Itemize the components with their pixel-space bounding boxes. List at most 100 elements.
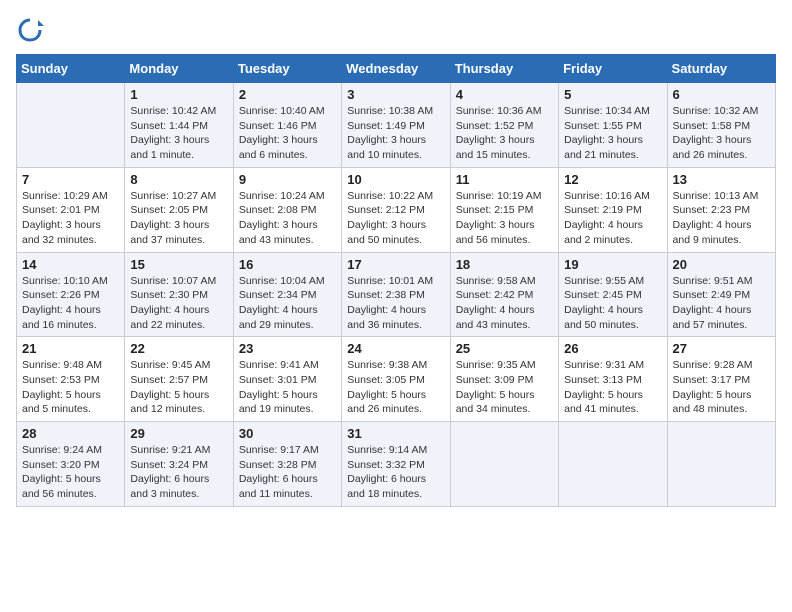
- day-number: 21: [22, 341, 119, 356]
- calendar-cell: [17, 83, 125, 168]
- day-number: 3: [347, 87, 444, 102]
- day-number: 6: [673, 87, 770, 102]
- calendar-week-1: 1 Sunrise: 10:42 AM Sunset: 1:44 PM Dayli…: [17, 83, 776, 168]
- calendar-cell: 11 Sunrise: 10:19 AM Sunset: 2:15 PM Dayl…: [450, 167, 558, 252]
- day-number: 9: [239, 172, 336, 187]
- calendar-cell: 23Sunrise: 9:41 AM Sunset: 3:01 PM Dayli…: [233, 337, 341, 422]
- calendar-cell: 7 Sunrise: 10:29 AM Sunset: 2:01 PM Dayli…: [17, 167, 125, 252]
- day-info: Sunrise: 9:58 AM Sunset: 2:42 PM Dayligh…: [456, 274, 553, 333]
- day-number: 26: [564, 341, 661, 356]
- day-number: 2: [239, 87, 336, 102]
- day-number: 8: [130, 172, 227, 187]
- day-number: 14: [22, 257, 119, 272]
- day-number: 10: [347, 172, 444, 187]
- day-info: Sunrise: 9:51 AM Sunset: 2:49 PM Dayligh…: [673, 274, 770, 333]
- calendar-cell: 1 Sunrise: 10:42 AM Sunset: 1:44 PM Dayli…: [125, 83, 233, 168]
- day-info: Sunrise: 10:29 AM Sunset: 2:01 PM Daylig…: [22, 189, 119, 248]
- col-header-monday: Monday: [125, 55, 233, 83]
- day-number: 31: [347, 426, 444, 441]
- calendar-cell: 12 Sunrise: 10:16 AM Sunset: 2:19 PM Dayl…: [559, 167, 667, 252]
- day-number: 16: [239, 257, 336, 272]
- day-number: 13: [673, 172, 770, 187]
- day-info: Sunrise: 10:34 AM Sunset: 1:55 PM Daylig…: [564, 104, 661, 163]
- calendar-cell: 18 Sunrise: 9:58 AM Sunset: 2:42 PM Dayli…: [450, 252, 558, 337]
- page-header: [16, 16, 776, 44]
- calendar-cell: 9 Sunrise: 10:24 AM Sunset: 2:08 PM Dayli…: [233, 167, 341, 252]
- col-header-thursday: Thursday: [450, 55, 558, 83]
- calendar-cell: [450, 422, 558, 507]
- logo: [16, 16, 48, 44]
- day-info: Sunrise: 10:10 AM Sunset: 2:26 PM Daylig…: [22, 274, 119, 333]
- calendar-week-5: 28 Sunrise: 9:24 AM Sunset: 3:20 PM Dayli…: [17, 422, 776, 507]
- col-header-friday: Friday: [559, 55, 667, 83]
- calendar-cell: 19 Sunrise: 9:55 AM Sunset: 2:45 PM Dayli…: [559, 252, 667, 337]
- day-info: Sunrise: 10:04 AM Sunset: 2:34 PM Daylig…: [239, 274, 336, 333]
- day-info: Sunrise: 10:38 AM Sunset: 1:49 PM Daylig…: [347, 104, 444, 163]
- calendar-cell: 3 Sunrise: 10:38 AM Sunset: 1:49 PM Dayli…: [342, 83, 450, 168]
- day-info: Sunrise: 10:07 AM Sunset: 2:30 PM Daylig…: [130, 274, 227, 333]
- calendar-cell: 15Sunrise: 10:07 AM Sunset: 2:30 PM Dayl…: [125, 252, 233, 337]
- calendar-cell: 21 Sunrise: 9:48 AM Sunset: 2:53 PM Dayli…: [17, 337, 125, 422]
- calendar-table: SundayMondayTuesdayWednesdayThursdayFrid…: [16, 54, 776, 507]
- day-info: Sunrise: 10:19 AM Sunset: 2:15 PM Daylig…: [456, 189, 553, 248]
- day-info: Sunrise: 10:42 AM Sunset: 1:44 PM Daylig…: [130, 104, 227, 163]
- calendar-cell: 31Sunrise: 9:14 AM Sunset: 3:32 PM Dayli…: [342, 422, 450, 507]
- calendar-cell: 8 Sunrise: 10:27 AM Sunset: 2:05 PM Dayli…: [125, 167, 233, 252]
- day-number: 17: [347, 257, 444, 272]
- calendar-cell: [559, 422, 667, 507]
- calendar-cell: 26 Sunrise: 9:31 AM Sunset: 3:13 PM Dayli…: [559, 337, 667, 422]
- day-info: Sunrise: 9:45 AM Sunset: 2:57 PM Dayligh…: [130, 358, 227, 417]
- day-number: 11: [456, 172, 553, 187]
- calendar-cell: 14 Sunrise: 10:10 AM Sunset: 2:26 PM Dayl…: [17, 252, 125, 337]
- calendar-cell: 25 Sunrise: 9:35 AM Sunset: 3:09 PM Dayli…: [450, 337, 558, 422]
- day-number: 23: [239, 341, 336, 356]
- day-number: 30: [239, 426, 336, 441]
- calendar-cell: 24Sunrise: 9:38 AM Sunset: 3:05 PM Dayli…: [342, 337, 450, 422]
- calendar-cell: 17 Sunrise: 10:01 AM Sunset: 2:38 PM Dayl…: [342, 252, 450, 337]
- col-header-saturday: Saturday: [667, 55, 775, 83]
- calendar-cell: [667, 422, 775, 507]
- day-info: Sunrise: 10:36 AM Sunset: 1:52 PM Daylig…: [456, 104, 553, 163]
- day-number: 7: [22, 172, 119, 187]
- calendar-cell: 29Sunrise: 9:21 AM Sunset: 3:24 PM Dayli…: [125, 422, 233, 507]
- calendar-cell: 13 Sunrise: 10:13 AM Sunset: 2:23 PM Dayl…: [667, 167, 775, 252]
- calendar-week-2: 7 Sunrise: 10:29 AM Sunset: 2:01 PM Dayli…: [17, 167, 776, 252]
- day-number: 4: [456, 87, 553, 102]
- day-info: Sunrise: 9:48 AM Sunset: 2:53 PM Dayligh…: [22, 358, 119, 417]
- day-info: Sunrise: 10:13 AM Sunset: 2:23 PM Daylig…: [673, 189, 770, 248]
- day-info: Sunrise: 9:31 AM Sunset: 3:13 PM Dayligh…: [564, 358, 661, 417]
- col-header-wednesday: Wednesday: [342, 55, 450, 83]
- day-number: 22: [130, 341, 227, 356]
- calendar-cell: 16 Sunrise: 10:04 AM Sunset: 2:34 PM Dayl…: [233, 252, 341, 337]
- calendar-cell: 2Sunrise: 10:40 AM Sunset: 1:46 PM Dayli…: [233, 83, 341, 168]
- day-number: 19: [564, 257, 661, 272]
- calendar-week-3: 14 Sunrise: 10:10 AM Sunset: 2:26 PM Dayl…: [17, 252, 776, 337]
- day-info: Sunrise: 9:17 AM Sunset: 3:28 PM Dayligh…: [239, 443, 336, 502]
- day-info: Sunrise: 9:38 AM Sunset: 3:05 PM Dayligh…: [347, 358, 444, 417]
- calendar-cell: 22 Sunrise: 9:45 AM Sunset: 2:57 PM Dayli…: [125, 337, 233, 422]
- day-info: Sunrise: 10:16 AM Sunset: 2:19 PM Daylig…: [564, 189, 661, 248]
- calendar-header-row: SundayMondayTuesdayWednesdayThursdayFrid…: [17, 55, 776, 83]
- calendar-cell: 30 Sunrise: 9:17 AM Sunset: 3:28 PM Dayli…: [233, 422, 341, 507]
- col-header-sunday: Sunday: [17, 55, 125, 83]
- calendar-cell: 28 Sunrise: 9:24 AM Sunset: 3:20 PM Dayli…: [17, 422, 125, 507]
- day-info: Sunrise: 9:24 AM Sunset: 3:20 PM Dayligh…: [22, 443, 119, 502]
- day-number: 25: [456, 341, 553, 356]
- day-info: Sunrise: 10:27 AM Sunset: 2:05 PM Daylig…: [130, 189, 227, 248]
- col-header-tuesday: Tuesday: [233, 55, 341, 83]
- day-info: Sunrise: 9:55 AM Sunset: 2:45 PM Dayligh…: [564, 274, 661, 333]
- calendar-week-4: 21 Sunrise: 9:48 AM Sunset: 2:53 PM Dayli…: [17, 337, 776, 422]
- day-info: Sunrise: 10:24 AM Sunset: 2:08 PM Daylig…: [239, 189, 336, 248]
- day-number: 12: [564, 172, 661, 187]
- day-info: Sunrise: 9:28 AM Sunset: 3:17 PM Dayligh…: [673, 358, 770, 417]
- day-info: Sunrise: 9:21 AM Sunset: 3:24 PM Dayligh…: [130, 443, 227, 502]
- day-number: 1: [130, 87, 227, 102]
- day-number: 28: [22, 426, 119, 441]
- calendar-cell: 5 Sunrise: 10:34 AM Sunset: 1:55 PM Dayli…: [559, 83, 667, 168]
- day-number: 20: [673, 257, 770, 272]
- day-number: 18: [456, 257, 553, 272]
- day-info: Sunrise: 9:35 AM Sunset: 3:09 PM Dayligh…: [456, 358, 553, 417]
- day-info: Sunrise: 10:01 AM Sunset: 2:38 PM Daylig…: [347, 274, 444, 333]
- logo-icon: [16, 16, 44, 44]
- day-number: 5: [564, 87, 661, 102]
